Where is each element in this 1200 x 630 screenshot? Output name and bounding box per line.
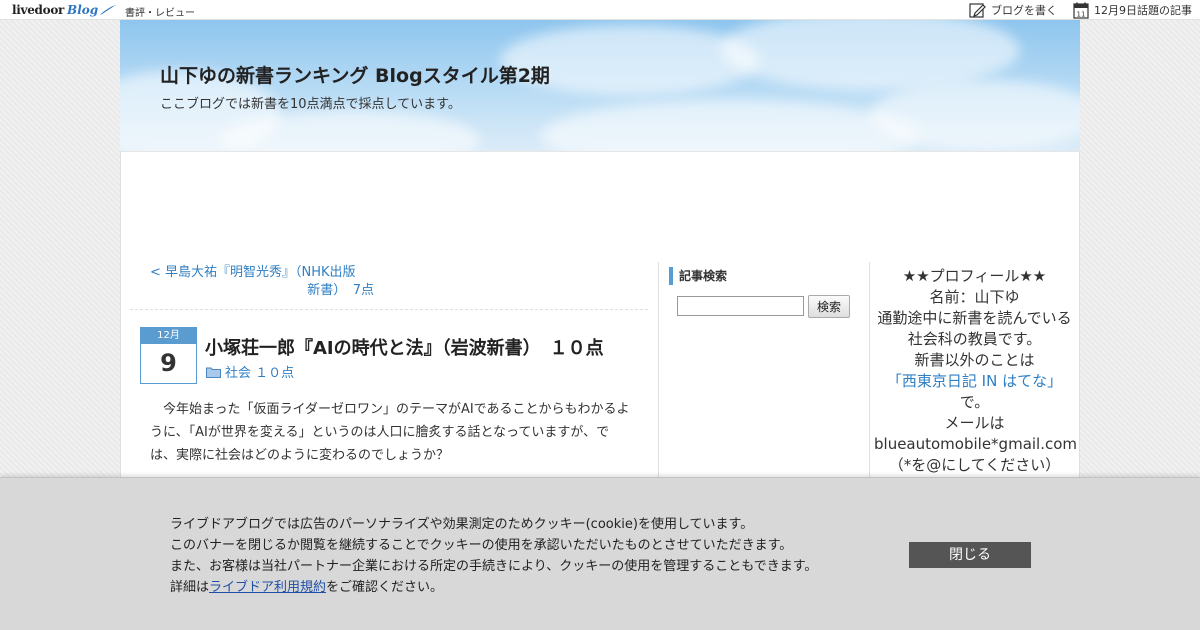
logo-livedoor-text: livedoor	[12, 3, 65, 17]
profile-name: 名前：山下ゆ	[929, 288, 1020, 306]
close-banner-button[interactable]: 閉じる	[909, 542, 1031, 568]
cookie-notice-line: また、お客様は当社パートナー企業における所定の手続きにより、クッキーの使用を管理…	[170, 559, 818, 574]
profile-email-text: メールはblueautomobile*gmail.com（*を@にしてください）	[874, 414, 1078, 474]
post-body-paragraph: 今年始まった「仮面ライダーゼロワン」のテーマがAIであることからもわかるように、…	[150, 402, 630, 463]
blog-description: ここブログでは新書を10点満点で採点しています。	[160, 97, 461, 112]
feather-icon	[100, 5, 117, 15]
cookie-banner: ライブドアブログでは広告のパーソナライズや効果測定のためクッキー(cookie)…	[0, 477, 1200, 630]
cookie-details-prefix: 詳細は	[170, 580, 210, 595]
calendar-day-number: 11	[1077, 10, 1086, 18]
prev-article-link-line1: < 早島大祐『明智光秀』（NHK出版	[150, 265, 356, 280]
livedoor-blog-logo[interactable]: livedoor Blog	[12, 2, 117, 18]
search-heading: 記事検索	[669, 267, 727, 285]
prev-article-link-line2: 新書） 7点	[307, 283, 374, 298]
pencil-edit-icon	[969, 2, 986, 18]
write-blog-label: ブログを書く	[991, 4, 1057, 17]
cookie-notice-line: 詳細はライブドア利用規約をご確認ください。	[170, 577, 890, 598]
cookie-notice-line: ライブドアブログでは広告のパーソナライズや効果測定のためクッキー(cookie)…	[170, 517, 754, 532]
post-category-link[interactable]: 社会 １０点	[206, 362, 294, 381]
post-category-label: 社会 １０点	[225, 366, 295, 381]
ad-area	[120, 151, 1080, 262]
post-title[interactable]: 小塚荘一郎『AIの時代と法』（岩波新書） １０点	[205, 334, 604, 360]
cookie-notice-text: ライブドアブログでは広告のパーソナライズや効果測定のためクッキー(cookie)…	[170, 514, 890, 598]
logo-blog-text: Blog	[67, 3, 99, 17]
post-date-day: 9	[160, 349, 177, 377]
search-input[interactable]	[677, 296, 804, 316]
post-body: 今年始まった「仮面ライダーゼロワン」のテーマがAIであることからもわかるように、…	[150, 398, 630, 467]
cookie-notice-line: このバナーを閉じるか閲覧を継続することでクッキーの使用を承認いただいたものとさせ…	[170, 538, 793, 553]
write-blog-link[interactable]: ブログを書く	[969, 2, 1057, 19]
post-date-month: 12月	[141, 328, 196, 344]
profile-text: で。	[959, 393, 990, 411]
profile-text: 通勤途中に新書を読んでいる社会科の教員です。	[877, 309, 1072, 348]
search-button[interactable]: 検索	[808, 295, 850, 318]
folder-icon	[206, 367, 221, 378]
post-date: 12月 9	[140, 327, 197, 384]
category-link[interactable]: 書評・レビュー	[125, 4, 195, 19]
top-bar: livedoor Blog 書評・レビュー ブログを書く 11 12月9日話題の…	[0, 0, 1200, 20]
prev-article-link[interactable]: < 早島大祐『明智光秀』（NHK出版 新書） 7点	[150, 264, 390, 300]
profile-widget: ★★プロフィール★★ 名前：山下ゆ 通勤途中に新書を読んでいる社会科の教員です。…	[874, 266, 1078, 476]
profile-text: 新書以外のことは	[914, 351, 1035, 369]
terms-of-use-link[interactable]: ライブドア利用規約	[209, 580, 326, 595]
calendar-icon: 11	[1073, 2, 1089, 19]
topics-label: 12月9日話題の記事	[1094, 4, 1192, 17]
cookie-details-suffix: をご確認ください。	[326, 580, 444, 595]
hatena-blog-link[interactable]: 「西東京日記 IN はてな」	[887, 372, 1062, 390]
profile-heading: ★★プロフィール★★	[902, 267, 1047, 285]
blog-title[interactable]: 山下ゆの新書ランキング Blogスタイル第2期	[160, 61, 550, 88]
blog-header: 山下ゆの新書ランキング Blogスタイル第2期 ここブログでは新書を10点満点で…	[120, 20, 1080, 151]
topics-link[interactable]: 11 12月9日話題の記事	[1073, 2, 1192, 19]
divider	[130, 309, 648, 310]
